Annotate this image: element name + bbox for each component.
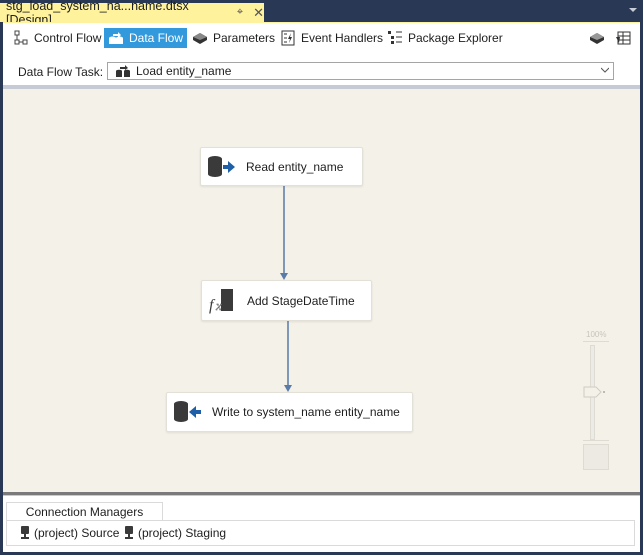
designer-toolbar: Control Flow Data Flow Parameters Event …	[3, 23, 640, 55]
event-handlers-icon	[281, 30, 295, 46]
component-add-stagedatetime[interactable]: f x Add StageDateTime	[201, 280, 372, 321]
close-icon[interactable]: ✕	[253, 5, 264, 21]
document-tab[interactable]: stg_load_system_na...name.dtsx [Design] …	[0, 0, 264, 27]
zoom-divider	[583, 341, 609, 342]
arrowhead	[284, 385, 292, 392]
toolbox-grid-icon[interactable]	[615, 31, 631, 45]
data-flow-task-icon	[116, 65, 130, 77]
designer-frame: Control Flow Data Flow Parameters Event …	[3, 22, 640, 552]
derived-column-icon: f x	[209, 288, 233, 314]
data-flow-canvas[interactable]: Read entity_name f x Add StageDateTime W…	[3, 89, 640, 492]
svg-text:f: f	[209, 297, 216, 314]
tab-dropdown-icon[interactable]	[629, 8, 637, 12]
zoom-divider	[583, 440, 609, 441]
component-write-entity[interactable]: Write to system_name entity_name	[166, 392, 413, 432]
destination-icon	[174, 401, 201, 422]
connection-manager-source[interactable]: (project) Source	[20, 526, 119, 540]
connection-managers-tab[interactable]: Connection Managers	[6, 502, 163, 521]
connection-managers-panel: (project) Source (project) Staging	[6, 520, 635, 546]
zoom-fit-button[interactable]	[583, 444, 609, 470]
data-flow-task-value: Load entity_name	[136, 64, 232, 78]
control-flow-icon	[14, 30, 28, 45]
tab-data-flow[interactable]: Data Flow	[104, 28, 188, 48]
chevron-down-icon	[601, 67, 609, 73]
connection-manager-staging[interactable]: (project) Staging	[124, 526, 226, 540]
data-flow-task-label: Data Flow Task:	[18, 65, 104, 79]
parameters-icon	[193, 33, 207, 44]
pin-icon[interactable]: ⌖	[237, 6, 243, 19]
variables-icon[interactable]	[589, 31, 605, 45]
zoom-control: 100%	[583, 329, 613, 479]
tab-label: Parameters	[213, 31, 276, 45]
zoom-level-label: 100%	[586, 330, 607, 339]
connection-icon	[125, 526, 133, 539]
connection-managers-tab-label: Connection Managers	[25, 505, 144, 519]
component-label: Write to system_name entity_name	[212, 405, 400, 419]
zoom-slider-thumb[interactable]	[583, 386, 605, 398]
component-label: Read entity_name	[246, 159, 344, 174]
data-flow-icon	[109, 32, 123, 44]
component-label: Add StageDateTime	[247, 293, 355, 308]
tab-label: Event Handlers	[301, 31, 384, 45]
tab-event-handlers[interactable]: Event Handlers	[276, 28, 387, 48]
tab-control-flow[interactable]: Control Flow	[9, 28, 105, 48]
tab-label: Control Flow	[34, 31, 102, 45]
package-explorer-icon	[388, 31, 402, 44]
tab-label: Package Explorer	[408, 31, 503, 45]
connection-manager-label: (project) Source	[34, 526, 120, 540]
arrowhead	[280, 273, 288, 280]
tab-package-explorer[interactable]: Package Explorer	[383, 28, 507, 48]
connection-icon	[21, 526, 29, 539]
connection-manager-label: (project) Staging	[138, 526, 227, 540]
connection-managers-area: Connection Managers (project) Source (pr…	[3, 496, 640, 552]
svg-text:x: x	[215, 298, 222, 313]
source-icon	[208, 155, 235, 177]
data-flow-task-select[interactable]: Load entity_name	[107, 62, 614, 80]
tab-parameters[interactable]: Parameters	[188, 28, 279, 48]
component-read-entity[interactable]: Read entity_name	[200, 147, 363, 186]
tab-label: Data Flow	[129, 31, 184, 45]
